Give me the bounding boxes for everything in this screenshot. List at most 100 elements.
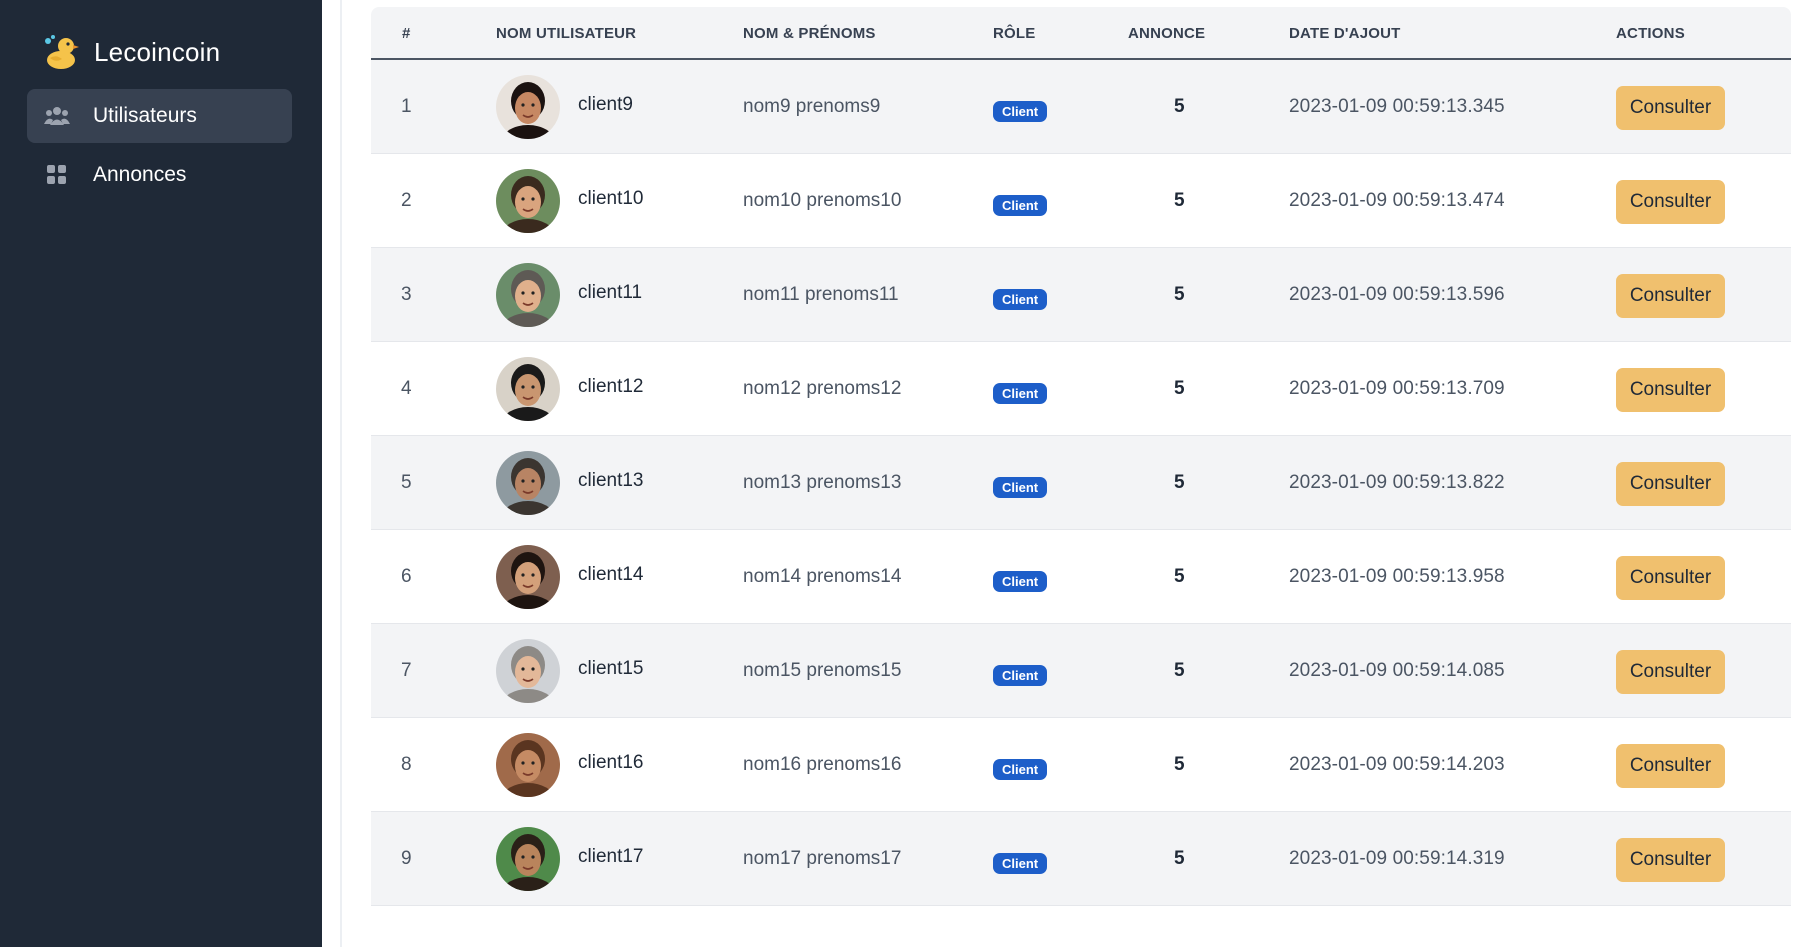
row-username: client16 <box>578 752 644 773</box>
row-index: 4 <box>401 378 412 399</box>
row-date-added: 2023-01-09 00:59:13.596 <box>1289 284 1505 305</box>
row-fullname: nom14 prenoms14 <box>743 566 902 587</box>
row-fullname: nom17 prenoms17 <box>743 848 902 869</box>
table-row: 5 client13 nom13 prenoms13 Client 5 2023-01-0… <box>371 436 1791 530</box>
row-fullname: nom15 prenoms15 <box>743 660 902 681</box>
consulter-button[interactable]: Consulter <box>1616 86 1725 130</box>
row-date-added: 2023-01-09 00:59:13.474 <box>1289 190 1505 211</box>
main-content: # Nom utilisateur Nom & prénoms Rôle Ann… <box>342 0 1810 947</box>
row-listing-count: 5 <box>1174 660 1185 681</box>
row-listing-count: 5 <box>1174 190 1185 211</box>
table-row: 9 client17 nom17 prenoms17 Client 5 2023-01-0… <box>371 812 1791 906</box>
table-header: # Nom utilisateur Nom & prénoms Rôle Ann… <box>371 7 1791 60</box>
table-row: 6 client14 nom14 prenoms14 Client 5 2023-01-0… <box>371 530 1791 624</box>
users-icon <box>43 102 71 130</box>
column-header-username: Nom utilisateur <box>496 25 637 42</box>
column-header-date: Date d'ajout <box>1289 25 1401 42</box>
row-username: client14 <box>578 564 644 585</box>
table-row: 3 client11 nom11 prenoms11 Client 5 2023-01-0… <box>371 248 1791 342</box>
row-listing-count: 5 <box>1174 96 1185 117</box>
row-listing-count: 5 <box>1174 378 1185 399</box>
users-table: # Nom utilisateur Nom & prénoms Rôle Ann… <box>371 7 1791 947</box>
consulter-button[interactable]: Consulter <box>1616 368 1725 412</box>
row-listing-count: 5 <box>1174 472 1185 493</box>
sidebar: Lecoincoin Utilisateurs Annonces <box>0 0 322 947</box>
role-badge: Client <box>993 759 1048 780</box>
row-username: client10 <box>578 188 644 209</box>
table-row: 2 client10 nom10 prenoms10 Client 5 2023-01-0… <box>371 154 1791 248</box>
row-username: client15 <box>578 658 644 679</box>
row-index: 7 <box>401 660 412 681</box>
column-header-index: # <box>402 25 411 42</box>
row-date-added: 2023-01-09 00:59:14.319 <box>1289 848 1505 869</box>
row-index: 8 <box>401 754 412 775</box>
avatar <box>496 545 560 609</box>
row-date-added: 2023-01-09 00:59:13.345 <box>1289 96 1505 117</box>
consulter-button[interactable]: Consulter <box>1616 462 1725 506</box>
role-badge: Client <box>993 853 1048 874</box>
row-index: 2 <box>401 190 412 211</box>
row-username: client13 <box>578 470 644 491</box>
grid-icon <box>43 161 71 189</box>
avatar <box>496 75 560 139</box>
avatar <box>496 733 560 797</box>
table-row: 8 client16 nom16 prenoms16 Client 5 2023-01-0… <box>371 718 1791 812</box>
row-index: 1 <box>401 96 412 117</box>
consulter-button[interactable]: Consulter <box>1616 744 1725 788</box>
sidebar-item-utilisateurs[interactable]: Utilisateurs <box>27 89 292 143</box>
avatar <box>496 169 560 233</box>
row-listing-count: 5 <box>1174 284 1185 305</box>
role-badge: Client <box>993 571 1048 592</box>
brand-name: Lecoincoin <box>94 36 221 67</box>
table-row: 1 client9 nom9 prenoms9 Client 5 2023-01-09 0… <box>371 60 1791 154</box>
avatar <box>496 263 560 327</box>
row-fullname: nom10 prenoms10 <box>743 190 902 211</box>
table-row: 7 client15 nom15 prenoms15 Client 5 2023-01-0… <box>371 624 1791 718</box>
row-listing-count: 5 <box>1174 848 1185 869</box>
role-badge: Client <box>993 101 1048 122</box>
table-body: 1 client9 nom9 prenoms9 Client 5 2023-01-09 0… <box>371 60 1791 906</box>
row-listing-count: 5 <box>1174 754 1185 775</box>
row-fullname: nom11 prenoms11 <box>743 284 899 305</box>
row-date-added: 2023-01-09 00:59:14.203 <box>1289 754 1505 775</box>
avatar <box>496 639 560 703</box>
row-index: 3 <box>401 284 412 305</box>
row-date-added: 2023-01-09 00:59:13.709 <box>1289 378 1505 399</box>
sidebar-item-label: Annonces <box>93 163 187 186</box>
sidebar-item-label: Utilisateurs <box>93 104 197 127</box>
row-listing-count: 5 <box>1174 566 1185 587</box>
consulter-button[interactable]: Consulter <box>1616 274 1725 318</box>
avatar <box>496 357 560 421</box>
column-header-listings: Annonce <box>1128 25 1206 42</box>
row-fullname: nom13 prenoms13 <box>743 472 902 493</box>
role-badge: Client <box>993 289 1048 310</box>
consulter-button[interactable]: Consulter <box>1616 556 1725 600</box>
role-badge: Client <box>993 477 1048 498</box>
row-date-added: 2023-01-09 00:59:13.958 <box>1289 566 1505 587</box>
consulter-button[interactable]: Consulter <box>1616 180 1725 224</box>
row-index: 6 <box>401 566 412 587</box>
row-username: client17 <box>578 846 644 867</box>
row-username: client12 <box>578 376 644 397</box>
consulter-button[interactable]: Consulter <box>1616 838 1725 882</box>
column-header-actions: Actions <box>1616 25 1685 42</box>
row-fullname: nom9 prenoms9 <box>743 96 881 117</box>
content-divider <box>322 0 342 947</box>
table-row: 4 client12 nom12 prenoms12 Client 5 2023-01-0… <box>371 342 1791 436</box>
role-badge: Client <box>993 665 1048 686</box>
brand[interactable]: Lecoincoin <box>40 30 220 74</box>
app-root: Lecoincoin Utilisateurs Annonces # NOM U… <box>0 0 1810 947</box>
column-header-fullname: Nom & prénoms <box>743 25 876 42</box>
row-fullname: nom12 prenoms12 <box>743 378 902 399</box>
row-username: client9 <box>578 94 633 115</box>
role-badge: Client <box>993 195 1048 216</box>
role-badge: Client <box>993 383 1048 404</box>
duck-icon <box>40 32 80 72</box>
row-fullname: nom16 prenoms16 <box>743 754 902 775</box>
consulter-button[interactable]: Consulter <box>1616 650 1725 694</box>
row-index: 9 <box>401 848 412 869</box>
sidebar-item-annonces[interactable]: Annonces <box>27 148 292 202</box>
row-index: 5 <box>401 472 412 493</box>
row-date-added: 2023-01-09 00:59:13.822 <box>1289 472 1505 493</box>
row-username: client11 <box>578 282 643 303</box>
